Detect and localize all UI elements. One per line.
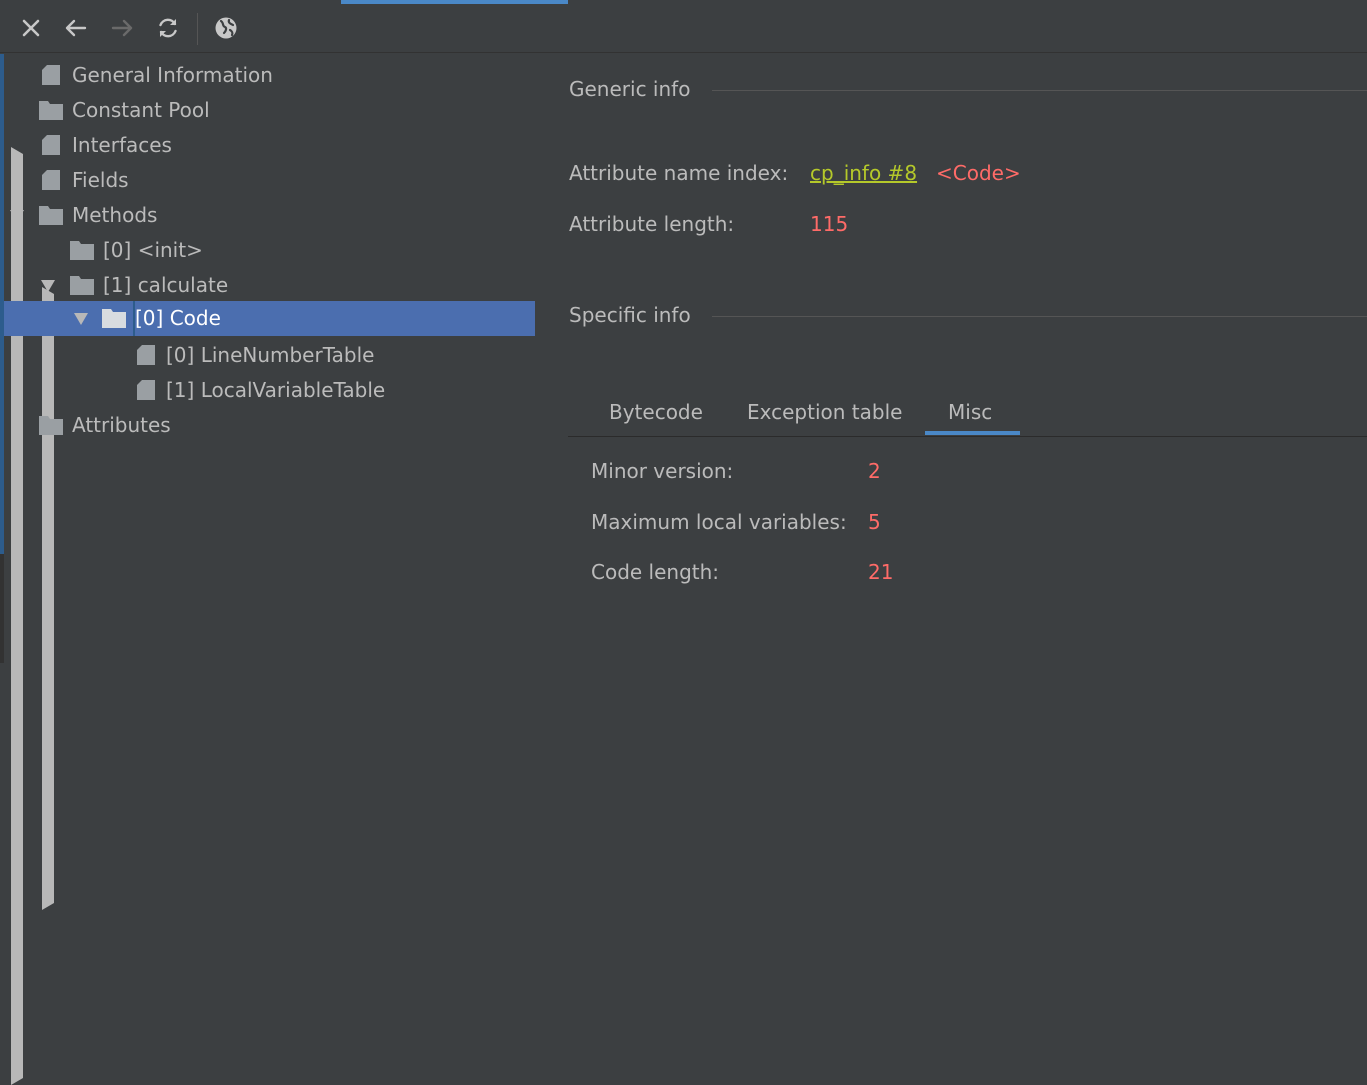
tree-item-local-variable-table[interactable]: [1] LocalVariableTable xyxy=(4,373,535,408)
tree-item-label: [1] LocalVariableTable xyxy=(166,378,386,402)
collapse-arrow-icon[interactable] xyxy=(74,313,88,325)
file-icon xyxy=(137,345,155,365)
tree-item-label: [0] LineNumberTable xyxy=(166,343,375,367)
tree-item-label: [1] calculate xyxy=(103,273,229,297)
tree-item-label: [0] Code xyxy=(135,306,221,330)
minor-version-value: 2 xyxy=(868,459,881,483)
refresh-icon[interactable] xyxy=(155,15,181,41)
collapse-arrow-icon[interactable] xyxy=(10,210,24,222)
tab-misc[interactable]: Misc xyxy=(948,400,992,424)
tab-bytecode[interactable]: Bytecode xyxy=(609,400,703,424)
tree-item-label: Methods xyxy=(72,203,158,227)
tree-item-label: [0] <init> xyxy=(103,238,203,262)
minor-version-label: Minor version: xyxy=(591,459,734,483)
attribute-length-label: Attribute length: xyxy=(569,212,735,236)
class-structure-tree: General Information Constant Pool Interf… xyxy=(4,54,535,1085)
folder-icon xyxy=(39,101,63,120)
tree-item-method-init[interactable]: [0] <init> xyxy=(4,233,535,910)
file-icon xyxy=(42,65,60,85)
tree-item-fields[interactable]: Fields xyxy=(4,163,535,198)
attribute-name-index-label: Attribute name index: xyxy=(569,161,789,185)
globe-icon[interactable] xyxy=(213,15,239,41)
tree-item-code[interactable]: [0] Code xyxy=(4,301,535,336)
file-icon xyxy=(42,135,60,155)
tree-item-attributes[interactable]: Attributes xyxy=(4,408,535,1085)
folder-icon xyxy=(70,276,94,295)
folder-icon xyxy=(39,206,63,225)
tree-item-label: Attributes xyxy=(72,413,171,437)
specific-info-title: Specific info xyxy=(569,303,691,327)
attribute-details-panel: Generic info Attribute name index: cp_in… xyxy=(536,54,1367,663)
tree-item-label: Constant Pool xyxy=(72,98,210,122)
selected-tab-indicator xyxy=(925,431,1020,435)
tree-item-general-information[interactable]: General Information xyxy=(4,58,535,93)
tree-item-method-calculate[interactable]: [1] calculate xyxy=(4,268,535,303)
arrow-right-icon[interactable] xyxy=(109,15,135,41)
file-icon xyxy=(137,380,155,400)
tree-item-constant-pool[interactable]: Constant Pool xyxy=(4,93,535,770)
code-length-label: Code length: xyxy=(591,560,720,584)
specific-info-tabs: Bytecode Exception table Misc xyxy=(568,392,1367,437)
collapse-arrow-icon[interactable] xyxy=(41,280,55,292)
attribute-name-value: <Code> xyxy=(936,161,1021,185)
tree-item-methods[interactable]: Methods xyxy=(4,198,535,233)
toolbar-separator xyxy=(197,13,198,45)
max-local-variables-value: 5 xyxy=(868,510,881,534)
tree-item-label: Fields xyxy=(72,168,129,192)
folder-icon xyxy=(39,416,63,435)
tree-item-interfaces[interactable]: Interfaces xyxy=(4,128,535,163)
code-length-value: 21 xyxy=(868,560,894,584)
file-icon xyxy=(42,170,60,190)
generic-info-title: Generic info xyxy=(569,77,691,101)
close-icon[interactable] xyxy=(18,15,44,41)
max-local-variables-label: Maximum local variables: xyxy=(591,510,847,534)
section-divider xyxy=(712,316,1367,317)
section-divider xyxy=(712,90,1367,91)
tree-item-label: Interfaces xyxy=(72,133,172,157)
attribute-length-value: 115 xyxy=(810,212,849,236)
tab-exception-table[interactable]: Exception table xyxy=(747,400,902,424)
folder-icon xyxy=(102,309,126,328)
arrow-left-icon[interactable] xyxy=(63,15,89,41)
cp-info-link[interactable]: cp_info #8 xyxy=(810,161,917,185)
toolbar xyxy=(0,4,1367,53)
folder-icon xyxy=(70,241,94,260)
tree-item-line-number-table[interactable]: [0] LineNumberTable xyxy=(4,338,535,373)
tree-item-label: General Information xyxy=(72,63,273,87)
